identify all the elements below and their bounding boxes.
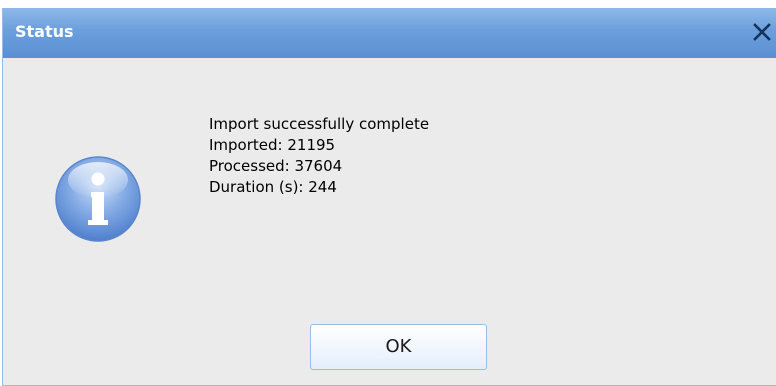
- message-line: Processed: 37604: [209, 157, 343, 175]
- close-icon: [753, 23, 771, 41]
- message-line: Imported: 21195: [209, 136, 336, 154]
- status-message: Import successfully complete Imported: 2…: [209, 114, 429, 198]
- message-line: Duration (s): 244: [209, 178, 337, 196]
- info-icon: [55, 156, 141, 242]
- status-dialog: Status Import successfully complete Impo…: [2, 8, 776, 386]
- ok-button[interactable]: OK: [310, 324, 487, 370]
- dialog-title: Status: [15, 22, 74, 41]
- dialog-body: Import successfully complete Imported: 2…: [9, 64, 771, 380]
- title-bar[interactable]: Status: [3, 8, 776, 58]
- message-line: Import successfully complete: [209, 115, 430, 133]
- close-button[interactable]: [750, 20, 774, 44]
